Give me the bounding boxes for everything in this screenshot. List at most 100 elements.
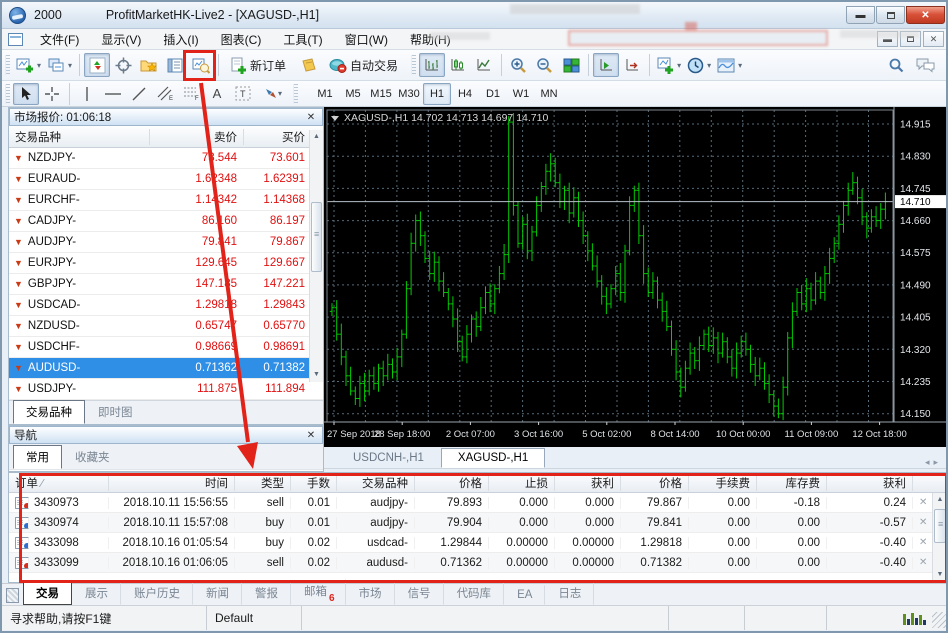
tile-windows-button[interactable] — [558, 53, 584, 77]
fibonacci-tool-button[interactable]: F — [178, 83, 204, 105]
resize-grip[interactable] — [932, 612, 946, 628]
market-watch-toggle-button[interactable] — [84, 53, 111, 77]
market-watch-tab-交易品种[interactable]: 交易品种 — [13, 400, 85, 424]
templates-button[interactable]: ▾ — [714, 53, 745, 77]
market-watch-row[interactable]: ▼ CADJPY- 86.160 86.197 — [9, 211, 323, 232]
vertical-line-tool-button[interactable] — [74, 83, 100, 105]
terminal-tab-警报[interactable]: 警报 — [242, 581, 291, 605]
scroll-up-icon[interactable]: ▲ — [933, 493, 946, 507]
market-watch-row[interactable]: ▼ EURAUD- 1.62348 1.62391 — [9, 169, 323, 190]
status-profile[interactable]: Default — [207, 606, 302, 630]
column-ask[interactable]: 买价 — [243, 128, 311, 145]
terminal-tab-代码库[interactable]: 代码库 — [444, 581, 505, 605]
terminal-tab-账户历史[interactable]: 账户历史 — [121, 581, 193, 605]
menu-item[interactable]: 帮助(H) — [400, 29, 461, 50]
terminal-tab-日志[interactable]: 日志 — [545, 581, 595, 605]
restore-button[interactable] — [876, 6, 905, 24]
orders-column-header[interactable]: 手数 — [291, 474, 337, 491]
strategy-tester-button[interactable] — [188, 53, 214, 77]
menu-item[interactable]: 插入(I) — [153, 29, 208, 50]
zoom-in-button[interactable] — [506, 53, 532, 77]
orders-column-header[interactable]: 获利 — [555, 474, 621, 491]
timeframe-M30-button[interactable]: M30 — [395, 83, 423, 105]
crosshair-tool-button[interactable] — [39, 83, 65, 105]
terminal-tab-邮箱[interactable]: 邮箱6 — [291, 578, 346, 605]
trendline-tool-button[interactable] — [126, 83, 152, 105]
timeframe-M1-button[interactable]: M1 — [311, 83, 339, 105]
price-chart[interactable]: 14.915 14.830 14.745 14.660 14.575 14.490 14.4… — [324, 107, 946, 450]
terminal-tab-市场[interactable]: 市场 — [346, 581, 395, 605]
autotrading-button[interactable]: 自动交易 — [322, 53, 408, 77]
terminal-panel-icon[interactable] — [6, 588, 19, 603]
text-label-tool-button[interactable]: T — [230, 83, 256, 105]
market-watch-row[interactable]: ▼ USDCHF- 0.98669 0.98691 — [9, 337, 323, 358]
orders-column-header[interactable]: 时间 — [109, 474, 235, 491]
order-row[interactable]: 3430974 2018.10.11 15:57:08 buy 0.01 audjp… — [9, 513, 946, 533]
market-watch-row[interactable]: ▼ NZDJPY- 73.544 73.601 — [9, 148, 323, 169]
auto-scroll-button[interactable] — [593, 53, 620, 77]
new-order-button[interactable]: 新订单 — [223, 53, 296, 77]
terminal-tab-EA[interactable]: EA — [504, 585, 546, 605]
timeframe-M5-button[interactable]: M5 — [339, 83, 367, 105]
horizontal-line-tool-button[interactable] — [100, 83, 126, 105]
terminal-tab-展示[interactable]: 展示 — [72, 581, 121, 605]
market-watch-row[interactable]: ▼ USDCAD- 1.29818 1.29843 — [9, 295, 323, 316]
equidistant-channel-tool-button[interactable]: E — [152, 83, 178, 105]
orders-column-header[interactable]: 价格 — [415, 474, 489, 491]
market-watch-row[interactable]: ▼ EURCHF- 1.14342 1.14368 — [9, 190, 323, 211]
terminal-tab-信号[interactable]: 信号 — [395, 581, 444, 605]
mdi-close-button[interactable]: ✕ — [923, 31, 944, 47]
chart-tab-USDCNH-,H1[interactable]: USDCNH-,H1 — [336, 448, 441, 468]
terminal-tab-交易[interactable]: 交易 — [23, 581, 72, 605]
chart-area[interactable]: 14.915 14.830 14.745 14.660 14.575 14.490 14.4… — [324, 107, 946, 450]
toolbar-grip[interactable] — [411, 55, 417, 75]
candlestick-chart-button[interactable] — [445, 53, 471, 77]
market-watch-row[interactable]: ▼ EURJPY- 129.645 129.667 — [9, 253, 323, 274]
close-icon[interactable]: ✕ — [304, 430, 318, 441]
order-row[interactable]: 3430973 2018.10.11 15:56:55 sell 0.01 audj… — [9, 493, 946, 513]
close-order-icon[interactable]: ✕ — [913, 497, 931, 508]
market-watch-row[interactable]: ▼ GBPJPY- 147.185 147.221 — [9, 274, 323, 295]
orders-column-header[interactable]: 订单 ∕ — [9, 474, 109, 491]
menu-item[interactable]: 窗口(W) — [335, 29, 398, 50]
metaeditor-button[interactable] — [296, 53, 322, 77]
navigator-tab-收藏夹[interactable]: 收藏夹 — [62, 445, 123, 469]
orders-column-header[interactable]: 止损 — [489, 474, 555, 491]
toolbar-grip[interactable] — [5, 55, 10, 75]
market-watch-row[interactable]: ▼ AUDUSD- 0.71362 0.71382 — [9, 358, 323, 379]
orders-column-header[interactable]: 交易品种 — [337, 474, 415, 491]
column-symbol[interactable]: 交易品种 — [9, 129, 149, 145]
line-chart-button[interactable] — [471, 53, 497, 77]
search-icon[interactable] — [888, 57, 905, 74]
column-bid[interactable]: 卖价 — [149, 128, 243, 145]
arrows-tool-button[interactable]: ▾ — [256, 83, 290, 105]
terminal-toggle-button[interactable] — [162, 53, 188, 77]
data-window-button[interactable] — [110, 53, 136, 77]
minimize-button[interactable]: ▬ — [846, 6, 875, 24]
market-watch-row[interactable]: ▼ USDJPY- 111.875 111.894 — [9, 379, 323, 400]
text-tool-button[interactable]: A — [204, 83, 230, 105]
orders-column-header[interactable]: 库存费 — [757, 474, 827, 491]
new-chart-button[interactable]: ▾ — [13, 53, 44, 77]
toolbar-grip[interactable] — [5, 83, 10, 104]
timeframe-MN-button[interactable]: MN — [535, 83, 563, 105]
scroll-down-icon[interactable]: ▼ — [933, 568, 946, 582]
terminal-scrollbar[interactable]: ▲ ▼ — [932, 493, 946, 582]
navigator-toggle-button[interactable] — [136, 53, 162, 77]
menu-item[interactable]: 文件(F) — [30, 29, 89, 50]
close-icon[interactable]: ✕ — [304, 112, 318, 123]
menu-item[interactable]: 显示(V) — [91, 29, 151, 50]
periods-button[interactable]: ▾ — [684, 53, 714, 77]
close-order-icon[interactable]: ✕ — [913, 557, 931, 568]
terminal-tab-新闻[interactable]: 新闻 — [193, 581, 242, 605]
chart-shift-button[interactable] — [619, 53, 645, 77]
menu-item[interactable]: 图表(C) — [211, 29, 272, 50]
market-watch-row[interactable]: ▼ NZDUSD- 0.65747 0.65770 — [9, 316, 323, 337]
orders-column-header[interactable]: 手续费 — [689, 474, 757, 491]
scroll-up-icon[interactable]: ▲ — [310, 130, 323, 144]
timeframe-M15-button[interactable]: M15 — [367, 83, 395, 105]
timeframe-D1-button[interactable]: D1 — [479, 83, 507, 105]
close-order-icon[interactable]: ✕ — [913, 517, 931, 528]
orders-column-header[interactable]: 价格 — [621, 474, 689, 491]
mdi-minimize-button[interactable]: ▬ — [877, 31, 898, 47]
